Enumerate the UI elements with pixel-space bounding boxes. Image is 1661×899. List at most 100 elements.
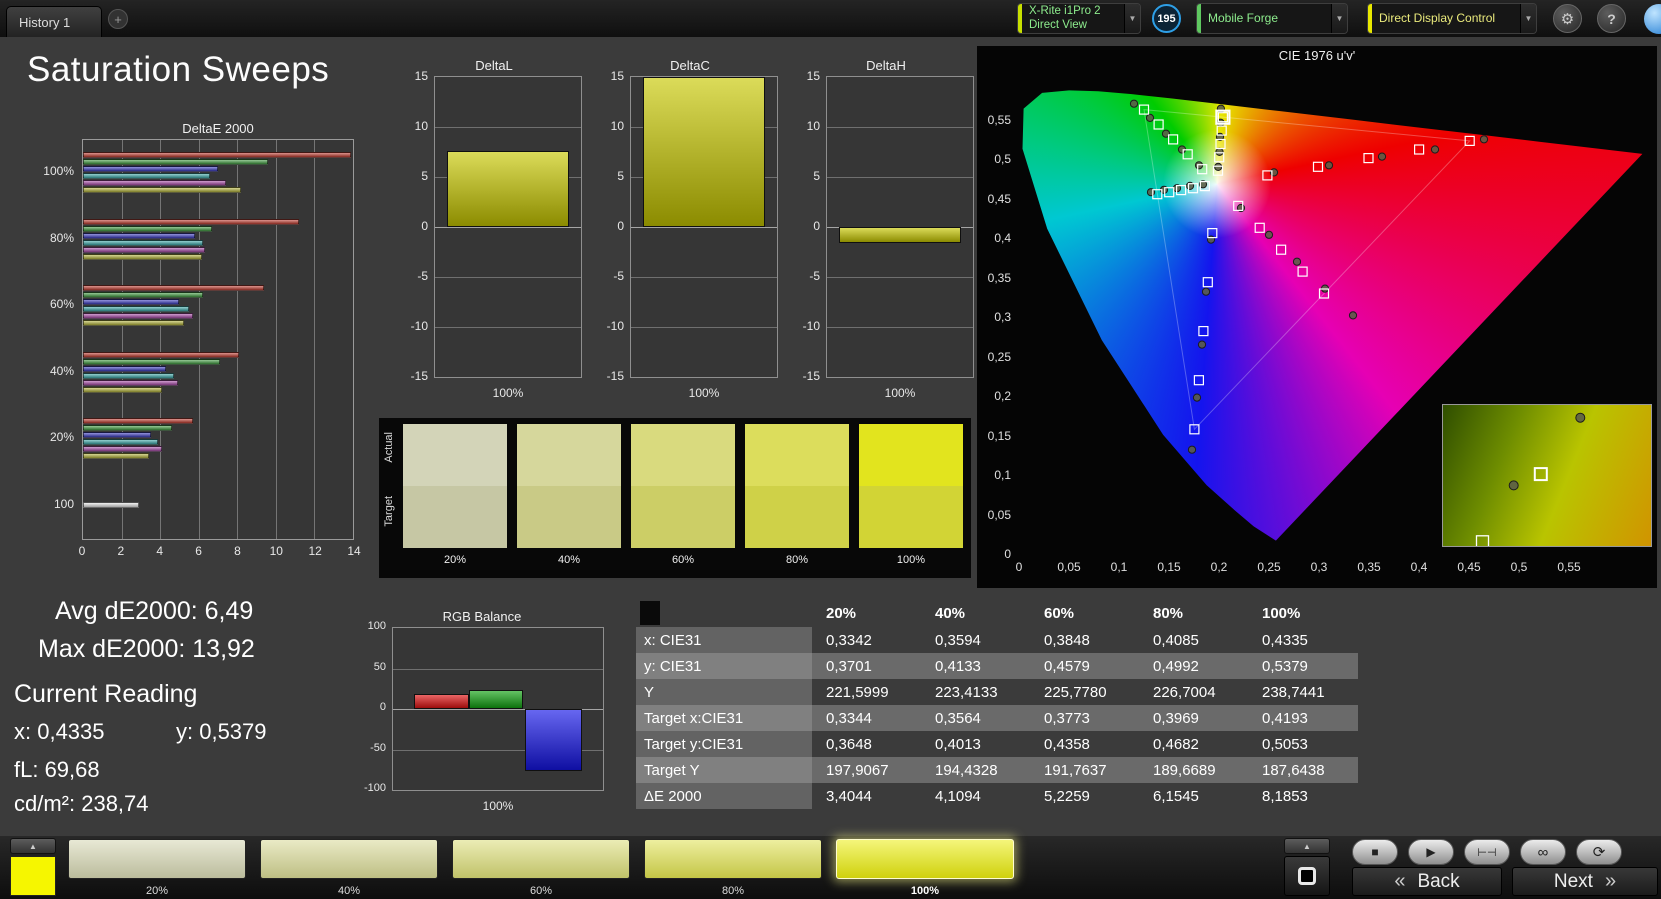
measured-point	[1197, 340, 1207, 349]
scroll-up-icon[interactable]: ▲	[10, 838, 56, 854]
delta-e-bar	[83, 432, 151, 439]
y-tick-label: 0	[379, 701, 386, 713]
grid-line	[435, 327, 581, 328]
deltac-chart: DeltaC 15 10 5 0 -5 -10 -15 100%	[592, 56, 788, 408]
cell-value: 0,4013	[935, 735, 981, 753]
cell-value: 0,4682	[1153, 735, 1199, 753]
table-row: Y 221,5999 223,4133 225,7780 226,7004 238,744…	[636, 679, 1358, 705]
cell-value: 0,3969	[1153, 709, 1199, 727]
cie-inset-points	[1475, 412, 1586, 546]
chart-title: RGB Balance	[442, 609, 522, 624]
table-row: Target Y 197,9067 194,4328 191,7637 189,6689…	[636, 757, 1358, 783]
delta-e-bar	[83, 446, 163, 453]
measured-point	[1187, 445, 1197, 454]
source-dropdown[interactable]: Mobile Forge ▼	[1196, 3, 1348, 34]
target-point	[1153, 119, 1164, 130]
next-button[interactable]: Next »	[1512, 867, 1658, 896]
display-control-dropdown[interactable]: Direct Display Control ▼	[1367, 3, 1537, 34]
swatch-40%[interactable]	[517, 424, 621, 548]
swatch-20%[interactable]	[403, 424, 507, 548]
target-point	[1202, 277, 1213, 288]
inset-target-point	[1475, 535, 1490, 546]
level-button-40%[interactable]	[260, 839, 438, 879]
tab-history[interactable]: History 1	[6, 6, 102, 37]
y-tick-label: 0	[617, 219, 624, 233]
measured-point	[1377, 152, 1387, 161]
level-button-label: 40%	[337, 885, 361, 897]
target-point	[1168, 134, 1179, 145]
deltae2000-chart: DeltaE 2000 100% 80% 60% 40% 20% 100 0 2 4 6 8 10 1…	[38, 119, 360, 572]
x-tick-label: 0	[1015, 560, 1023, 574]
grid-line	[435, 227, 581, 228]
top-bar: History 1 + X-Rite i1Pro 2 Direct View ▼…	[0, 0, 1661, 37]
stop-button[interactable]: ■	[1352, 839, 1398, 865]
cie-y-axis: 0,55 0,5 0,45 0,4 0,35 0,3 0,25 0,2 0,15 0,1 0,05 0	[977, 46, 1013, 588]
row-label: x: CIE31	[636, 627, 812, 653]
delta-e-bar	[83, 365, 166, 372]
play-button[interactable]: ▶	[1408, 839, 1454, 865]
level-button-80%[interactable]	[644, 839, 822, 879]
y-tick-label: 10	[414, 119, 428, 133]
y-tick-label: 0	[421, 219, 428, 233]
swatch-80%[interactable]	[745, 424, 849, 548]
x-tick-label: 0,35	[1357, 560, 1381, 574]
y-tick-label: 0,1	[994, 468, 1011, 482]
y-tick-label: -5	[417, 269, 428, 283]
level-button-100%[interactable]	[836, 839, 1014, 879]
swatch-100%[interactable]	[859, 424, 963, 548]
cell-value: 226,7004	[1153, 683, 1216, 701]
blue-balance-bar	[525, 709, 582, 771]
measured-point	[1192, 393, 1202, 402]
cell-value: 0,4358	[1044, 735, 1090, 753]
swatch-60%[interactable]	[631, 424, 735, 548]
cell-value: 0,3848	[1044, 631, 1090, 649]
window-pattern-button[interactable]	[1284, 856, 1330, 896]
cell-value: 191,7637	[1044, 761, 1107, 779]
refresh-button[interactable]: ⟳	[1576, 839, 1622, 865]
window-icon	[1298, 867, 1316, 885]
deltal-plot	[434, 76, 582, 378]
level-button-20%[interactable]	[68, 839, 246, 879]
measured-point	[1214, 162, 1223, 172]
y-tick-label: 10	[610, 119, 624, 133]
delta-e-bar	[83, 320, 184, 327]
table-corner	[636, 601, 812, 625]
level-button-60%[interactable]	[452, 839, 630, 879]
back-button[interactable]: « Back	[1352, 867, 1502, 896]
y-tick-label: 5	[813, 169, 820, 183]
meter-count-badge[interactable]: 195	[1152, 4, 1181, 33]
delta-e-bar	[83, 358, 220, 365]
cie-inset-zoom	[1442, 404, 1652, 547]
measured-point	[1348, 311, 1358, 320]
delta-e-bar	[83, 225, 213, 232]
help-icon[interactable]: ?	[1597, 4, 1626, 33]
cell-value: 0,5379	[1262, 657, 1308, 675]
delta-e-bar	[83, 351, 240, 358]
scroll-up-icon[interactable]: ▲	[1284, 838, 1330, 854]
y-tick-label: 100	[53, 496, 74, 511]
target-point	[1414, 144, 1425, 155]
delta-e-bar	[83, 379, 178, 386]
rgb-y-axis: 100 50 0 -50 -100	[348, 620, 388, 794]
meter-dropdown[interactable]: X-Rite i1Pro 2 Direct View ▼	[1017, 3, 1141, 34]
gear-icon[interactable]: ⚙	[1553, 4, 1582, 33]
deltae2000-y-axis: 100% 80% 60% 40% 20% 100	[38, 139, 78, 540]
grid-line	[237, 140, 239, 539]
meter-dropdown-text: X-Rite i1Pro 2 Direct View	[1022, 5, 1124, 32]
target-point	[1276, 244, 1287, 255]
x-tick-label: 0,2	[1210, 560, 1228, 574]
y-tick-label: 0,25	[987, 349, 1011, 364]
cell-value: 238,7441	[1262, 683, 1325, 701]
add-tab-button[interactable]: +	[108, 9, 128, 29]
cell-value: 0,3564	[935, 709, 981, 727]
measure-range-button[interactable]: ⊢⊣	[1464, 839, 1510, 865]
delta-e-bar	[83, 372, 174, 379]
edge-button[interactable]	[1644, 4, 1661, 34]
level-button-label: 60%	[529, 885, 553, 897]
measured-point	[1215, 147, 1224, 157]
y-tick-label: -100	[363, 782, 386, 794]
y-tick-label: 0,15	[987, 428, 1011, 443]
deltal-category-label: 100%	[492, 386, 524, 400]
continuous-read-button[interactable]: ∞	[1520, 839, 1566, 865]
delta-e-bar	[83, 152, 352, 159]
